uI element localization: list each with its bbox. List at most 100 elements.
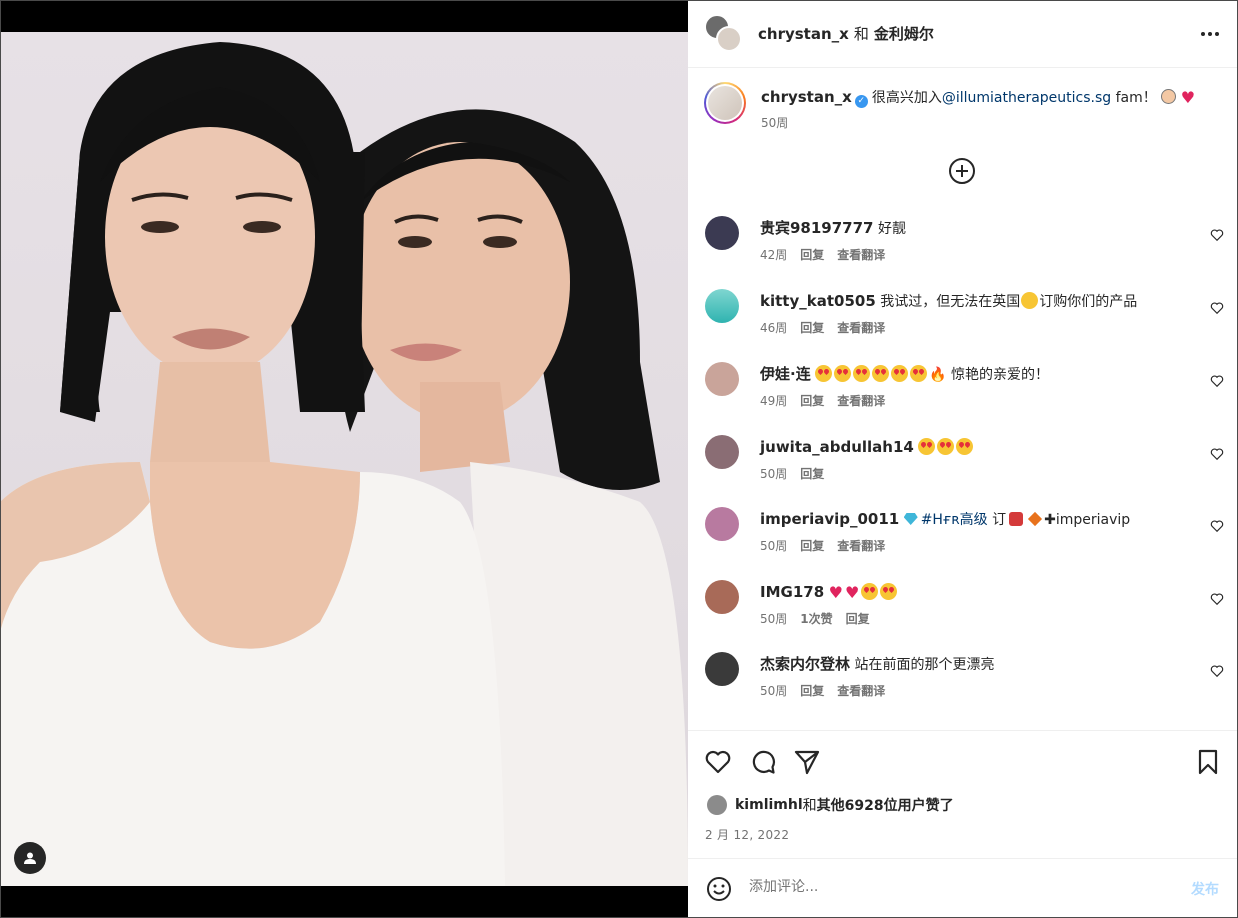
reply-button[interactable]: 回复 — [800, 537, 824, 554]
reply-button[interactable]: 回复 — [800, 246, 824, 263]
avatar[interactable] — [705, 216, 739, 250]
comment-text: kitty_kat0505 我试过，但无法在英国 订购你们的产品 — [760, 292, 1137, 311]
comment-item: juwita_abdullah14 50周 回复 — [704, 435, 1224, 495]
author-link[interactable]: 金利姆尔 — [874, 23, 934, 44]
see-translation-button[interactable]: 查看翻译 — [837, 319, 885, 336]
verified-icon: ✓ — [854, 95, 868, 108]
emoji-picker-icon[interactable] — [705, 875, 733, 903]
portrait-image — [0, 42, 688, 886]
diamond-emoji-icon — [1028, 511, 1043, 527]
post-date[interactable]: 2 月 12, 2022 — [705, 826, 789, 843]
liker-username[interactable]: kimlimhl — [735, 797, 803, 813]
more-options-button[interactable] — [1198, 22, 1222, 46]
comment-username[interactable]: IMG178 — [760, 583, 824, 601]
avatar[interactable] — [705, 652, 739, 686]
post-authors: chrystan_x 和 金利姆尔 — [758, 23, 934, 44]
add-comment-input[interactable] — [749, 879, 1169, 895]
avatar[interactable] — [704, 82, 746, 124]
avatar[interactable] — [705, 580, 739, 614]
comment-meta: 49周 回复 查看翻译 — [760, 392, 885, 409]
mention-link[interactable]: @illumiatherapeutics.sg — [942, 90, 1111, 106]
comment-time[interactable]: 50周 — [760, 682, 787, 699]
comment-time[interactable]: 46周 — [760, 319, 787, 336]
comment-text: 伊娃·连 🔥 惊艳的亲爱的！ — [760, 365, 1049, 384]
reply-button[interactable]: 回复 — [846, 610, 870, 627]
post-comment-button[interactable]: 发布 — [1191, 879, 1219, 899]
comment-meta: 50周 回复 — [760, 465, 824, 482]
gem-emoji-icon — [903, 513, 918, 525]
author-link[interactable]: chrystan_x — [758, 25, 849, 43]
comment-time[interactable]: 50周 — [760, 537, 787, 554]
avatar[interactable] — [705, 507, 739, 541]
load-more-comments-button[interactable] — [948, 157, 976, 189]
avatar[interactable] — [705, 362, 739, 396]
share-icon[interactable] — [793, 748, 821, 776]
post-photo[interactable] — [0, 32, 688, 886]
hashtag-link[interactable]: #Hғʀ高级 — [921, 512, 988, 528]
comment-time[interactable]: 50周 — [760, 465, 787, 482]
comment-username[interactable]: 贵宾98197777 — [760, 219, 874, 237]
reply-button[interactable]: 回复 — [800, 682, 824, 699]
comment-username[interactable]: imperiavip_0011 — [760, 510, 899, 528]
heart-emoji-icon: ♥ — [828, 583, 843, 602]
comment-item: IMG178 ♥ ♥ 50周 1次赞 回复 — [704, 580, 1224, 640]
caption-body: fam！ — [1111, 90, 1157, 106]
reply-button[interactable]: 回复 — [800, 319, 824, 336]
comment-item: 贵宾98197777 好靓 42周 回复 查看翻译 — [704, 216, 1224, 276]
comment-username[interactable]: kitty_kat0505 — [760, 292, 876, 310]
heart-eyes-emoji-icon — [861, 583, 899, 601]
comment-body: 惊艳的亲爱的！ — [951, 367, 1050, 383]
caption-username[interactable]: chrystan_x — [761, 88, 852, 106]
avatar[interactable] — [705, 289, 739, 323]
like-comment-icon[interactable] — [1210, 592, 1224, 606]
avatar[interactable] — [705, 435, 739, 469]
post-header: chrystan_x 和 金利姆尔 — [688, 0, 1238, 68]
comment-text: 杰索内尔登林 站在前面的那个更漂亮 — [760, 655, 994, 674]
heart-eyes-emoji-icon — [918, 438, 975, 456]
see-translation-button[interactable]: 查看翻译 — [837, 246, 885, 263]
clap-icon — [1161, 89, 1177, 104]
likes-and: 和 — [802, 798, 817, 814]
comment-username[interactable]: 伊娃·连 — [760, 365, 811, 383]
save-bookmark-icon[interactable] — [1194, 748, 1222, 776]
comments-list: 贵宾98197777 好靓 42周 回复 查看翻译 kitty_kat0505 我试… — [688, 216, 1238, 716]
heart-eyes-emoji-icon — [815, 365, 929, 383]
comment-item: 杰索内尔登林 站在前面的那个更漂亮 50周 回复 查看翻译 — [704, 652, 1224, 712]
see-translation-button[interactable]: 查看翻译 — [837, 392, 885, 409]
comment-likes-count[interactable]: 1次赞 — [800, 610, 832, 627]
tired-face-emoji-icon — [1021, 292, 1039, 309]
like-comment-icon[interactable] — [1210, 228, 1224, 242]
tagged-users-button[interactable] — [14, 842, 46, 874]
see-translation-button[interactable]: 查看翻译 — [837, 537, 885, 554]
reply-button[interactable]: 回复 — [800, 392, 824, 409]
comment-time[interactable]: 42周 — [760, 246, 787, 263]
like-heart-icon[interactable] — [704, 748, 732, 776]
comment-username[interactable]: 杰索内尔登林 — [760, 655, 850, 673]
heart-emoji-icon: ♥ — [844, 583, 860, 602]
caption-body: 很高兴加入 — [871, 90, 942, 106]
post-media — [0, 0, 688, 918]
like-comment-icon[interactable] — [1210, 664, 1224, 678]
comment-body: imperiavip — [1055, 512, 1131, 528]
reply-button[interactable]: 回复 — [800, 465, 824, 482]
comment-form: 发布 — [688, 858, 1238, 918]
avatar[interactable] — [707, 795, 727, 815]
like-comment-icon[interactable] — [1210, 374, 1224, 388]
comment-meta: 50周 1次赞 回复 — [760, 610, 870, 627]
comment-text: IMG178 ♥ ♥ — [760, 583, 899, 602]
heart-emoji-icon: ♥ — [1180, 88, 1196, 107]
comment-text: imperiavip_0011 #Hғʀ高级 订 ✚imperiavip — [760, 510, 1130, 529]
comment-time[interactable]: 49周 — [760, 392, 787, 409]
comment-body: 订购你们的产品 — [1039, 294, 1138, 310]
see-translation-button[interactable]: 查看翻译 — [837, 682, 885, 699]
other-likers-link[interactable]: 其他6928位用户 — [817, 795, 926, 815]
emoji-icons — [1009, 512, 1024, 526]
comment-username[interactable]: juwita_abdullah14 — [760, 438, 914, 456]
like-comment-icon[interactable] — [1210, 301, 1224, 315]
like-comment-icon[interactable] — [1210, 519, 1224, 533]
comment-time[interactable]: 50周 — [760, 610, 787, 627]
collab-avatars[interactable] — [704, 13, 744, 54]
comment-icon[interactable] — [749, 748, 777, 776]
more-horizontal-icon — [1201, 32, 1219, 36]
like-comment-icon[interactable] — [1210, 447, 1224, 461]
